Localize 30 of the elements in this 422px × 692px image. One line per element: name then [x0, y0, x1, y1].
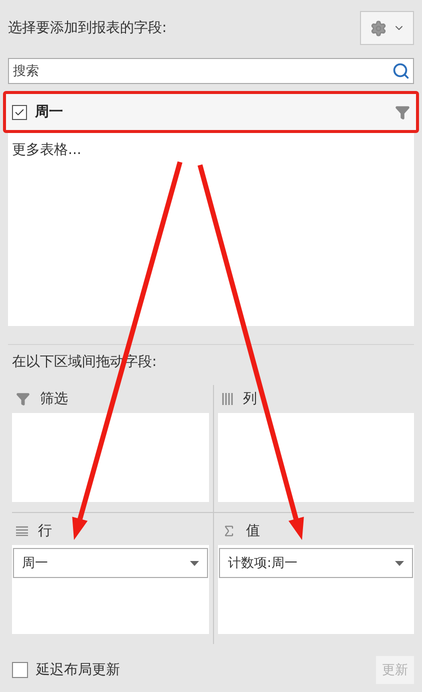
caret-icon [395, 560, 404, 566]
checkbox[interactable] [12, 662, 28, 678]
filter-icon[interactable] [395, 104, 410, 120]
field-dropdown[interactable]: 计数项:周一 [219, 548, 413, 578]
panel-title: 选择要添加到报表的字段: [8, 19, 167, 37]
field-row[interactable]: 周一 [3, 91, 419, 133]
area-title: 值 [246, 522, 260, 540]
drop-area[interactable]: 周一 [12, 545, 209, 634]
defer-update-checkbox[interactable]: 延迟布局更新 [12, 661, 120, 679]
filter-icon [16, 392, 30, 406]
area-title: 列 [243, 390, 257, 408]
gear-icon [370, 20, 386, 36]
checkbox[interactable] [12, 104, 27, 120]
sigma-icon [222, 524, 236, 538]
drop-area[interactable] [12, 413, 209, 502]
search-icon[interactable] [392, 62, 410, 80]
area-title: 行 [38, 522, 52, 540]
settings-button[interactable] [360, 11, 414, 45]
field-label: 周一 [35, 103, 64, 121]
columns-icon [222, 393, 233, 405]
search-field[interactable]: 搜索 [8, 58, 414, 84]
drop-area[interactable] [218, 413, 414, 502]
drop-area[interactable]: 计数项:周一 [218, 545, 414, 634]
field-dropdown[interactable]: 周一 [13, 548, 208, 578]
caret-icon [190, 560, 199, 566]
area-title: 筛选 [40, 390, 68, 408]
more-tables-link[interactable]: 更多表格... [8, 133, 414, 167]
rows-icon [16, 526, 28, 536]
checkmark-icon [14, 106, 25, 118]
checkbox-label: 延迟布局更新 [36, 661, 120, 679]
